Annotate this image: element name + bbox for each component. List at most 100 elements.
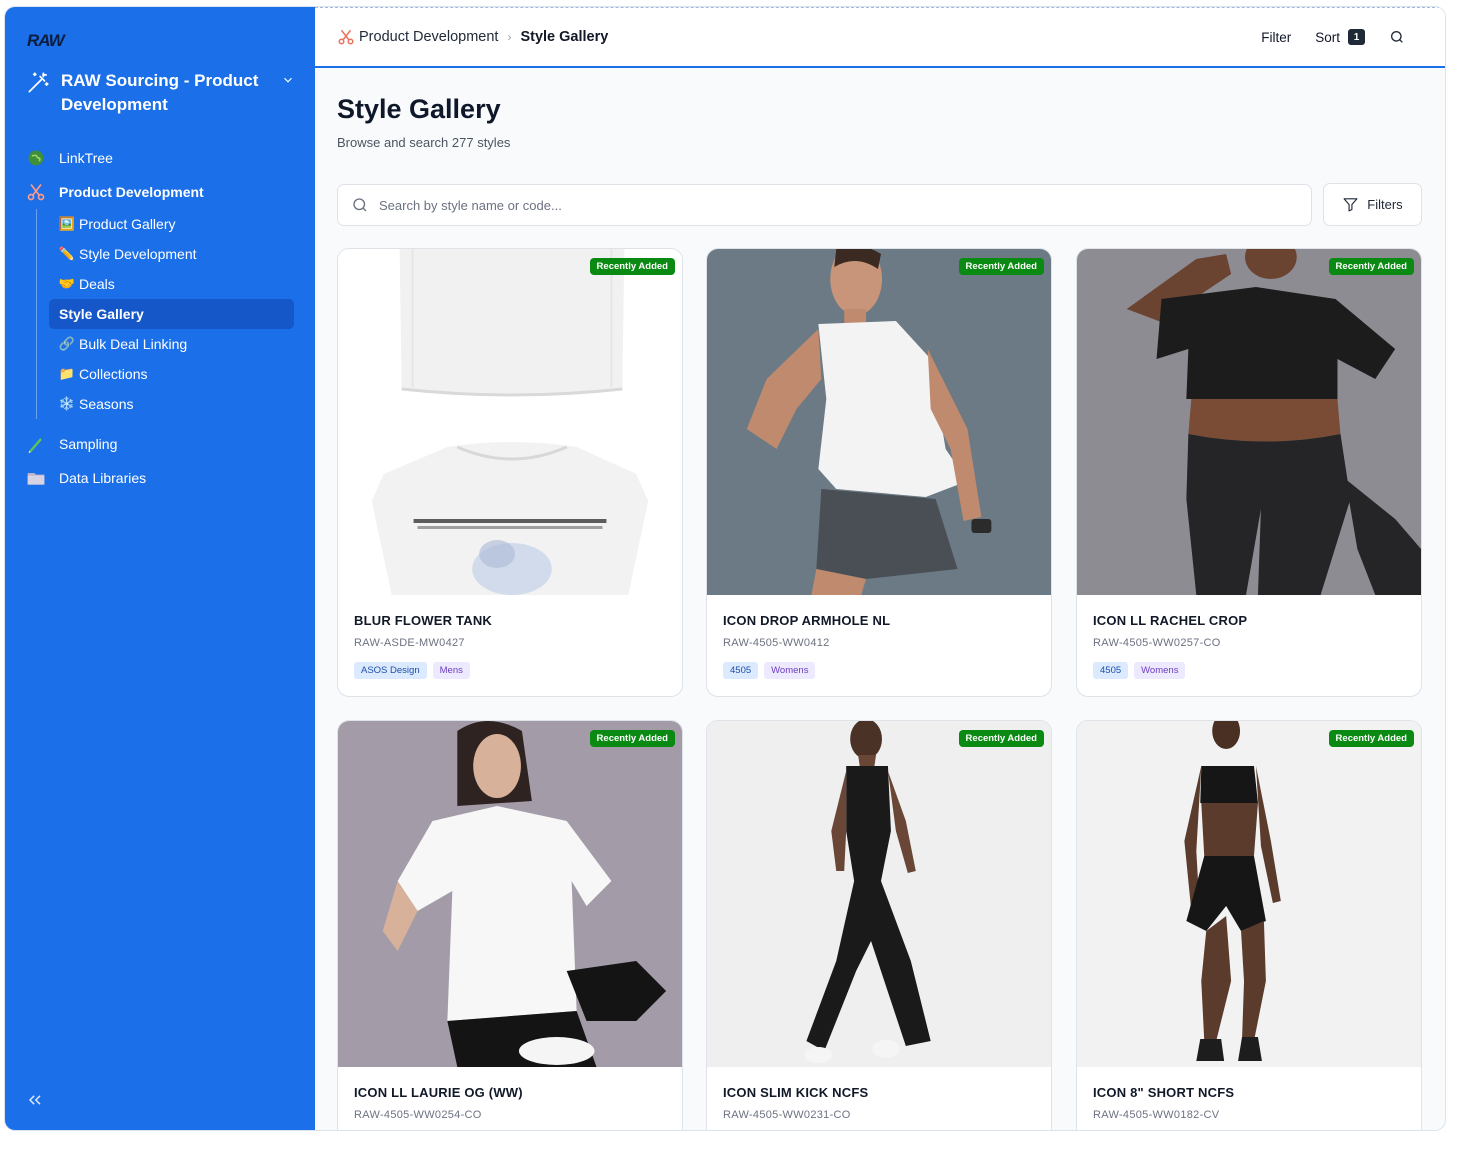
style-name: ICON LL RACHEL CROP [1093, 613, 1248, 628]
recently-added-badge: Recently Added [1328, 258, 1414, 275]
style-name: ICON 8" SHORT NCFS [1093, 1085, 1235, 1100]
magic-wand-icon [28, 72, 49, 93]
style-card[interactable]: Recently Added BLUR FLOWER TANK RAW-ASDE… [337, 248, 683, 697]
breadcrumb: Product Development › Style Gallery [337, 28, 608, 46]
style-image: Recently Added [1077, 249, 1421, 595]
pencil-icon [25, 433, 47, 455]
style-code: RAW-4505-WW0257-CO [1093, 637, 1221, 649]
style-name: ICON LL LAURIE OG (WW) [354, 1085, 523, 1100]
recently-added-badge: Recently Added [958, 730, 1044, 747]
folder-icon [25, 467, 47, 489]
search-icon [353, 198, 367, 212]
style-card[interactable]: Recently Added ICON DROP ARMHOLE NL RAW-… [706, 248, 1052, 697]
brand-tag: 4505 [723, 662, 759, 679]
style-code: RAW-4505-WW0231-CO [723, 1109, 851, 1121]
sidebar-item-label: Sampling [59, 436, 118, 452]
folder-icon: 📁 [58, 366, 76, 381]
link-icon: 🔗 [58, 336, 76, 351]
page-title: Style Gallery [337, 94, 501, 124]
app-window: RAW RAW Sourcing - Product Development L… [5, 7, 1445, 1130]
card-body: BLUR FLOWER TANK RAW-ASDE-MW0427 ASOS De… [338, 595, 682, 696]
filters-label: Filters [1367, 197, 1403, 212]
style-image: Recently Added [338, 249, 682, 595]
style-card[interactable]: Recently Added ICON 8" SHORT NCFS RAW-45… [1076, 720, 1422, 1130]
sidebar-item-label: Seasons [79, 396, 134, 412]
sidebar-item-linktree[interactable]: LinkTree [5, 141, 315, 175]
recently-added-badge: Recently Added [958, 258, 1044, 275]
handshake-icon: 🤝 [58, 276, 76, 291]
sidebar: RAW RAW Sourcing - Product Development L… [5, 7, 315, 1130]
style-card[interactable]: Recently Added ICON SLIM KICK NCFS RAW-4… [706, 720, 1052, 1130]
gender-tag: Mens [432, 662, 470, 679]
snowflake-icon: ❄️ [58, 396, 76, 411]
style-tags: ASOS Design Mens [354, 662, 666, 679]
sidebar-item-label: Collections [79, 366, 148, 382]
scissors-icon [338, 29, 354, 45]
sidebar-item-label: Deals [79, 276, 115, 292]
product-development-submenu: 🖼️ Product Gallery ✏️ Style Development … [36, 209, 294, 419]
breadcrumb-separator-icon: › [507, 30, 512, 44]
sort-count-badge: 1 [1348, 29, 1365, 45]
sort-label: Sort [1315, 29, 1340, 45]
sidebar-item-data-libraries[interactable]: Data Libraries [5, 461, 315, 495]
card-body: ICON SLIM KICK NCFS RAW-4505-WW0231-CO [707, 1067, 1051, 1130]
card-body: ICON 8" SHORT NCFS RAW-4505-WW0182-CV [1077, 1067, 1421, 1130]
card-body: ICON DROP ARMHOLE NL RAW-4505-WW0412 450… [707, 595, 1051, 696]
filters-button[interactable]: Filters [1323, 183, 1422, 226]
sidebar-item-style-development[interactable]: ✏️ Style Development [49, 239, 294, 269]
sidebar-item-deals[interactable]: 🤝 Deals [49, 269, 294, 299]
style-tags: 4505 Womens [1093, 662, 1405, 679]
sidebar-item-label: Style Gallery [59, 306, 144, 322]
header-actions: Filter Sort 1 [1237, 29, 1405, 45]
sidebar-item-style-gallery[interactable]: Style Gallery [49, 299, 294, 329]
filter-button[interactable]: Filter [1261, 30, 1291, 45]
header-search-button[interactable] [1389, 29, 1405, 45]
sidebar-nav: LinkTree Product Development 🖼️ Product … [5, 141, 315, 495]
style-code: RAW-ASDE-MW0427 [354, 637, 465, 649]
sidebar-item-collections[interactable]: 📁 Collections [49, 359, 294, 389]
sidebar-item-label: Product Development [59, 184, 204, 200]
sidebar-item-label: Product Gallery [79, 216, 176, 232]
main-content: Style Gallery Browse and search 277 styl… [315, 68, 1445, 1130]
sidebar-item-product-gallery[interactable]: 🖼️ Product Gallery [49, 209, 294, 239]
top-header: Product Development › Style Gallery Filt… [315, 7, 1445, 68]
globe-icon [25, 147, 47, 169]
sort-button[interactable]: Sort 1 [1315, 29, 1365, 45]
workspace-switcher[interactable]: RAW Sourcing - Product Development [25, 69, 295, 117]
breadcrumb-parent[interactable]: Product Development [359, 29, 498, 45]
search-icon [1391, 31, 1403, 43]
brand-tag: ASOS Design [354, 662, 427, 679]
sidebar-item-sampling[interactable]: Sampling [5, 427, 315, 461]
style-name: ICON SLIM KICK NCFS [723, 1085, 869, 1100]
sidebar-item-seasons[interactable]: ❄️ Seasons [49, 389, 294, 419]
style-image: Recently Added [338, 721, 682, 1067]
recently-added-badge: Recently Added [589, 258, 675, 275]
sidebar-item-bulk-deal-linking[interactable]: 🔗 Bulk Deal Linking [49, 329, 294, 359]
picture-icon: 🖼️ [58, 216, 76, 231]
gender-tag: Womens [764, 662, 816, 679]
sidebar-item-product-development[interactable]: Product Development [5, 175, 315, 209]
style-search-input[interactable] [379, 197, 1279, 213]
breadcrumb-current: Style Gallery [520, 29, 609, 45]
funnel-icon [1343, 198, 1358, 212]
card-body: ICON LL RACHEL CROP RAW-4505-WW0257-CO 4… [1077, 595, 1421, 696]
filter-label: Filter [1261, 29, 1292, 45]
sidebar-item-label: Data Libraries [59, 470, 147, 486]
style-image: Recently Added [1077, 721, 1421, 1067]
style-card[interactable]: Recently Added ICON LL LAURIE OG (WW) RA… [337, 720, 683, 1130]
style-code: RAW-4505-WW0412 [723, 637, 830, 649]
chevron-down-icon[interactable] [281, 73, 295, 87]
collapse-sidebar-icon[interactable] [25, 1090, 45, 1110]
brand-tag: 4505 [1093, 662, 1129, 679]
app-logo[interactable]: RAW [27, 31, 65, 51]
pencil-icon: ✏️ [58, 246, 76, 261]
recently-added-badge: Recently Added [1328, 730, 1414, 747]
style-image: Recently Added [707, 721, 1051, 1067]
recently-added-badge: Recently Added [589, 730, 675, 747]
style-card[interactable]: Recently Added ICON LL RACHEL CROP RAW-4… [1076, 248, 1422, 697]
page-subtitle: Browse and search 277 styles [337, 135, 511, 150]
sidebar-item-label: Bulk Deal Linking [79, 336, 188, 352]
card-body: ICON LL LAURIE OG (WW) RAW-4505-WW0254-C… [338, 1067, 682, 1130]
style-search-box [337, 184, 1312, 226]
scissors-icon [25, 181, 47, 203]
